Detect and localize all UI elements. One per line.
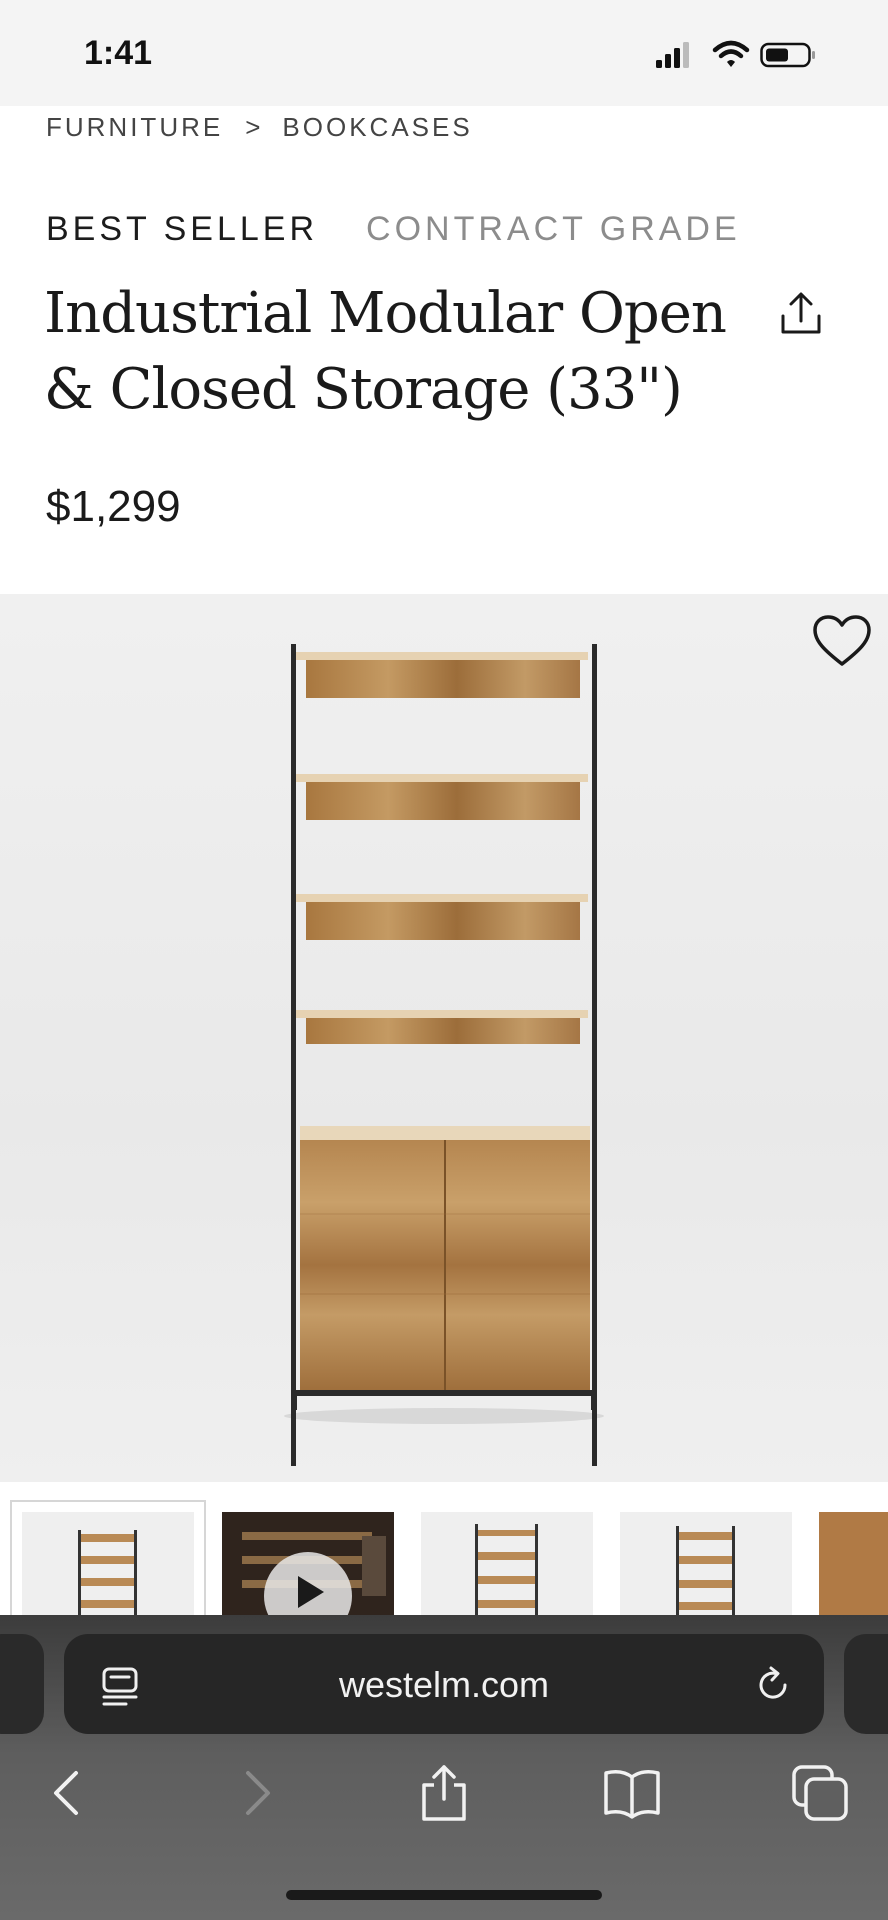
- address-bar[interactable]: westelm.com: [64, 1634, 824, 1734]
- share-icon[interactable]: [776, 290, 826, 340]
- tabs-icon[interactable]: [790, 1763, 850, 1823]
- thumbnail-4[interactable]: [620, 1512, 792, 1615]
- battery-icon: [760, 42, 815, 68]
- book-icon[interactable]: [602, 1763, 662, 1823]
- chevron-left-icon[interactable]: [38, 1763, 98, 1823]
- product-title-line1: Industrial Modular Open: [44, 281, 727, 346]
- breadcrumb-item-bookcases[interactable]: BOOKCASES: [282, 112, 472, 143]
- share-sheet-icon[interactable]: [414, 1763, 474, 1823]
- product-title-line2: & Closed Storage (33"): [44, 357, 683, 422]
- product-badges: BEST SELLER CONTRACT GRADE: [46, 210, 741, 249]
- best-seller-badge: BEST SELLER: [46, 210, 319, 248]
- thumbnail-5[interactable]: [819, 1512, 888, 1615]
- bookcase-illustration: [284, 644, 604, 1466]
- thumbnail-strip[interactable]: [0, 1500, 888, 1615]
- product-title: Industrial Modular Open & Closed Storage…: [44, 276, 734, 428]
- heart-icon[interactable]: [812, 614, 872, 668]
- next-tab-preview[interactable]: [844, 1634, 888, 1734]
- address-url[interactable]: westelm.com: [64, 1664, 824, 1706]
- breadcrumb: FURNITURE > BOOKCASES: [46, 110, 473, 144]
- product-image[interactable]: [0, 594, 888, 1482]
- product-price: $1,299: [46, 482, 181, 531]
- status-bar: 1:41: [0, 0, 888, 106]
- chevron-right-icon: [246, 1771, 270, 1815]
- browser-toolbar: westelm.com: [0, 1615, 888, 1920]
- breadcrumb-separator: >: [245, 111, 261, 142]
- thumbnail-video[interactable]: [222, 1512, 394, 1615]
- wifi-icon: [712, 40, 750, 67]
- thumbnail-3[interactable]: [421, 1512, 593, 1615]
- reload-icon[interactable]: [752, 1664, 794, 1706]
- previous-tab-preview[interactable]: [0, 1634, 44, 1734]
- contract-grade-badge: CONTRACT GRADE: [366, 210, 741, 248]
- breadcrumb-item-furniture[interactable]: FURNITURE: [46, 112, 223, 143]
- signal-icon: [656, 42, 689, 68]
- thumbnail-1[interactable]: [10, 1500, 206, 1615]
- home-indicator: [286, 1890, 602, 1900]
- status-time: 1:41: [84, 34, 153, 72]
